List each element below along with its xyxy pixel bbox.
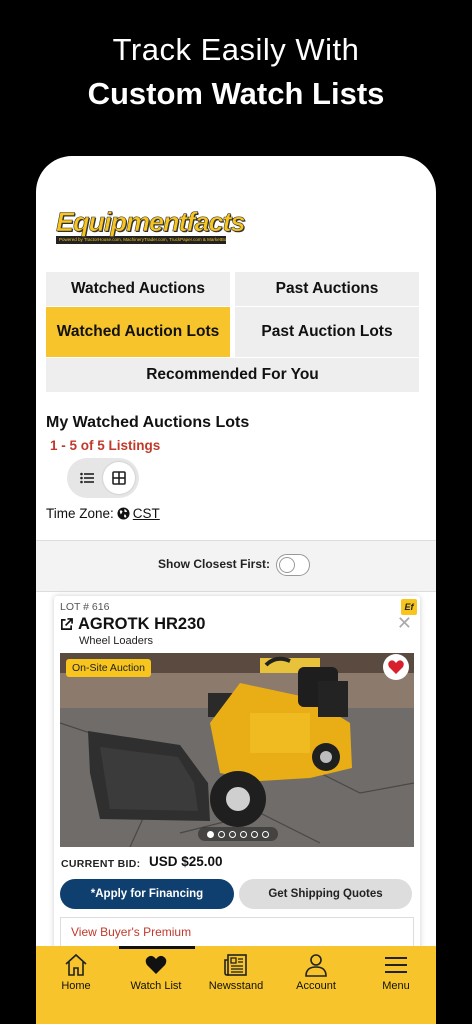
remove-close-icon[interactable]: ✕ [397, 614, 412, 632]
heart-icon [145, 955, 167, 974]
photo-pager[interactable] [198, 827, 278, 841]
current-bid-label: CURRENT BID: [61, 858, 141, 870]
nav-menu-label: Menu [382, 980, 410, 992]
list-view-button[interactable] [71, 462, 103, 494]
timezone-value[interactable]: CST [133, 506, 160, 521]
apply-financing-button[interactable]: *Apply for Financing [60, 879, 234, 909]
loader-photo-illustration [60, 653, 414, 847]
listing-title-text: AGROTK HR230 [78, 615, 206, 633]
pager-dot[interactable] [262, 830, 269, 838]
pager-dot[interactable] [229, 830, 236, 838]
show-closest-label: Show Closest First: [158, 557, 271, 571]
listing-title[interactable]: AGROTK HR230 [60, 615, 205, 634]
show-closest-bar: Show Closest First: [36, 540, 436, 592]
current-bid-value: USD $25.00 [149, 854, 223, 869]
show-closest-toggle[interactable] [276, 554, 310, 576]
headline-line-1: Track Easily With [112, 32, 360, 67]
nav-watch-list-label: Watch List [130, 980, 182, 992]
view-toggle [67, 458, 139, 498]
hamburger-icon [385, 957, 407, 973]
pager-dot[interactable] [251, 830, 258, 838]
logo-tagline: Powered by TractorHouse.com, MachineryTr… [56, 236, 226, 244]
grid-icon [112, 471, 126, 485]
timezone-label: Time Zone: [46, 506, 114, 521]
home-icon [65, 953, 87, 976]
promo-headline: Track Easily With Custom Watch Lists [0, 28, 472, 116]
nav-menu[interactable]: Menu [356, 952, 436, 992]
newspaper-icon [224, 954, 247, 976]
nav-watch-list[interactable]: Watch List [116, 952, 196, 992]
logo-wordmark: Equipmentfacts [56, 207, 246, 237]
nav-account-label: Account [296, 980, 336, 992]
grid-view-button[interactable] [103, 462, 135, 494]
equipmentfacts-logo[interactable]: Equipmentfacts Powered by TractorHouse.c… [56, 207, 246, 246]
shipping-quotes-button[interactable]: Get Shipping Quotes [239, 879, 412, 909]
nav-account[interactable]: Account [276, 952, 356, 992]
tab-watched-auctions[interactable]: Watched Auctions [46, 272, 230, 306]
pager-dot[interactable] [240, 830, 247, 838]
user-icon [305, 954, 327, 977]
section-title: My Watched Auctions Lots [46, 414, 250, 431]
watch-heart-icon[interactable] [382, 653, 410, 686]
tab-past-auction-lots[interactable]: Past Auction Lots [235, 307, 419, 357]
nav-home[interactable]: Home [36, 952, 116, 992]
phone-screen: Equipmentfacts Powered by TractorHouse.c… [36, 156, 436, 1024]
listing-photo[interactable]: On-Site Auction [60, 653, 414, 847]
headline-line-2: Custom Watch Lists [87, 76, 385, 111]
nav-newsstand[interactable]: Newsstand [196, 952, 276, 992]
onsite-auction-tag: On-Site Auction [66, 659, 151, 677]
globe-icon [117, 507, 130, 520]
nav-home-label: Home [61, 980, 91, 992]
nav-newsstand-label: Newsstand [208, 980, 264, 992]
pager-dot[interactable] [207, 830, 214, 838]
external-link-icon [61, 618, 73, 630]
pager-dot[interactable] [218, 830, 225, 838]
lot-number: LOT # 616 [60, 601, 110, 613]
listing-category: Wheel Loaders [79, 635, 153, 647]
bottom-nav: Home Watch List Newsstand Account Menu [36, 946, 436, 1024]
listing-count: 1 - 5 of 5 Listings [50, 438, 161, 453]
tab-recommended[interactable]: Recommended For You [46, 358, 419, 392]
tab-watched-auction-lots[interactable]: Watched Auction Lots [46, 307, 230, 357]
tab-past-auctions[interactable]: Past Auctions [235, 272, 419, 306]
list-icon [80, 472, 94, 484]
buyers-premium-link[interactable]: View Buyer's Premium [60, 917, 414, 947]
timezone-row: Time Zone: CST [46, 506, 160, 521]
nav-active-indicator [119, 946, 195, 949]
toggle-knob [278, 556, 295, 573]
